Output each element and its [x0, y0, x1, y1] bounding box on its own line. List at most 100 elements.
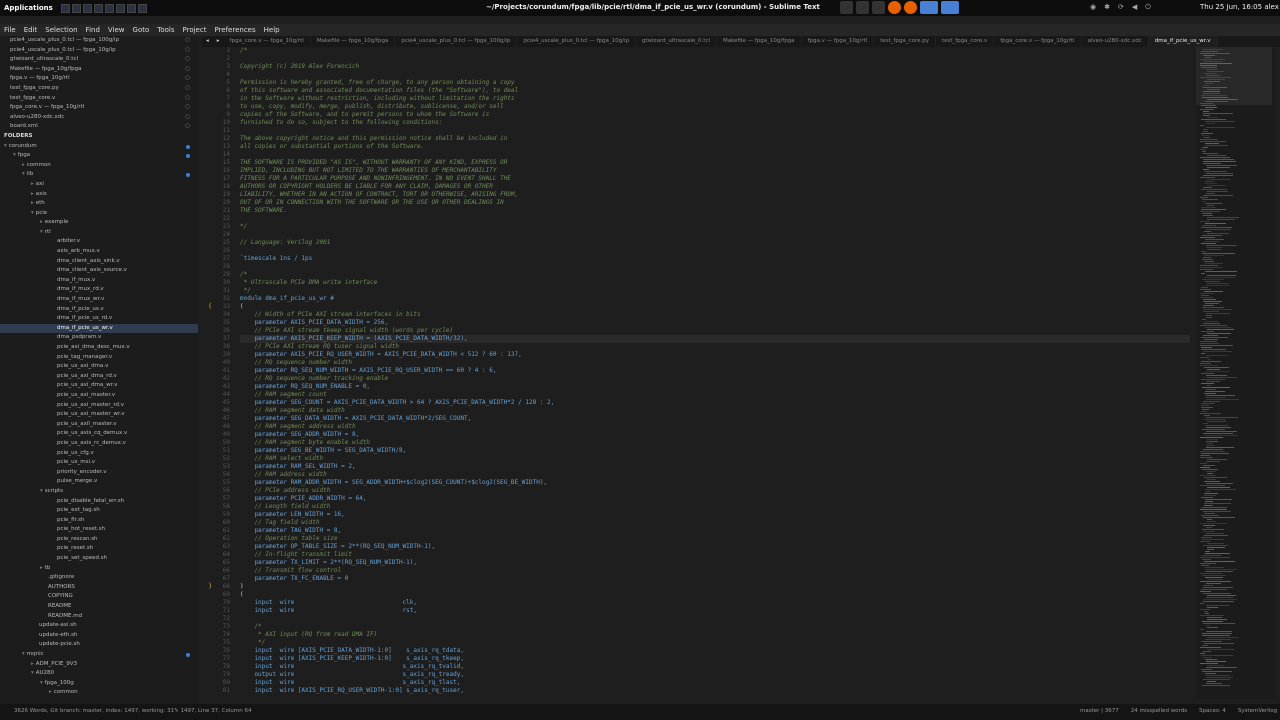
code-line[interactable]: parameter PCIE_ADDR_WIDTH = 64,	[240, 495, 1190, 503]
file-item[interactable]: pcie_hot_reset.sh	[0, 525, 198, 535]
open-file-item[interactable]: board.xml ○	[0, 122, 198, 132]
open-file-item[interactable]: test_fpga_core.v ○	[0, 94, 198, 104]
open-file-item[interactable]: fpga.v — fpga_10g/rtl ○	[0, 74, 198, 84]
editor-tab[interactable]: Makefile — fpga_10g/fpga	[717, 36, 802, 47]
indentation-setting[interactable]: Spaces: 4	[1199, 708, 1226, 714]
chevron-down-icon[interactable]: ▾	[31, 670, 34, 676]
chevron-down-icon[interactable]: ▾	[40, 488, 43, 494]
editor-tab[interactable]: gtwizard_ultrascale_0.tcl	[636, 36, 718, 47]
editor-tab[interactable]: fpga.v — fpga_10g/rtl	[802, 36, 875, 47]
editor-tab[interactable]: fpga_core.v — fpga_10g/rtl	[224, 36, 311, 47]
file-item[interactable]: pcie_us_axi_master_rd.v	[0, 401, 198, 411]
fold-marker-icon[interactable]: )	[208, 582, 212, 590]
open-file-item[interactable]: gtwizard_ultrascale_0.tcl ○	[0, 55, 198, 65]
open-file-item[interactable]: fpga_core.v — fpga_10g/rtl ○	[0, 103, 198, 113]
file-item[interactable]: priority_encoder.v	[0, 468, 198, 478]
open-file-item[interactable]: Makefile — fpga_10g/fpga ○	[0, 65, 198, 75]
code-line[interactable]: parameter RQ_SEQ_NUM_ENABLE = 0,	[240, 383, 1190, 391]
close-file-icon[interactable]: ○	[185, 113, 190, 123]
folder-item[interactable]: ▾ AU280	[0, 669, 198, 679]
sync-icon[interactable]: ⟳	[1118, 3, 1124, 12]
code-line[interactable]: parameter SEG_COUNT = AXIS_PCIE_DATA_WID…	[240, 399, 1190, 407]
code-line[interactable]: */	[240, 287, 1190, 295]
code-line[interactable]: parameter AXIS_PCIE_RQ_USER_WIDTH = AXIS…	[240, 351, 1190, 359]
tab-scroll-left-icon[interactable]: ◂	[202, 36, 213, 47]
chevron-right-icon[interactable]: ▸	[31, 191, 34, 197]
folder-item[interactable]: ▾ fpga_100g	[0, 679, 198, 689]
open-file-item[interactable]: pcie4_uscale_plus_0.tcl — fpga_100g/ip ○	[0, 36, 198, 46]
open-file-item[interactable]: alveo-u280-xdc.xdc ○	[0, 113, 198, 123]
window-icon[interactable]	[840, 1, 853, 14]
code-line[interactable]: module dma_if_pcie_us_wr #	[240, 295, 1190, 303]
menu-item-view[interactable]: View	[104, 24, 129, 36]
code-line[interactable]: THE SOFTWARE.	[240, 207, 1190, 215]
clock[interactable]: Thu 25 Jun, 16:05 alex	[1200, 3, 1279, 11]
code-line[interactable]: in the Software without restriction, inc…	[240, 95, 1190, 103]
fold-marker-icon[interactable]: (	[208, 302, 212, 310]
file-item[interactable]: update-axi.sh	[0, 621, 198, 631]
editor-tab[interactable]: alveo-u280-xdc.xdc	[1082, 36, 1149, 47]
code-line[interactable]: parameter AXIS_PCIE_DATA_WIDTH = 256,	[240, 319, 1190, 327]
chevron-right-icon[interactable]: ▸	[40, 565, 43, 571]
folder-item[interactable]: ▾ corundum	[0, 142, 198, 152]
code-line[interactable]: // Transmit flow control	[240, 567, 1190, 575]
code-line[interactable]: parameter AXIS_PCIE_KEEP_WIDTH = (AXIS_P…	[240, 335, 1190, 343]
code-line[interactable]: // Language: Verilog 2001	[240, 239, 1190, 247]
code-line[interactable]: // RAM select width	[240, 455, 1190, 463]
code-line[interactable]: */	[240, 223, 1190, 231]
code-line[interactable]	[240, 615, 1190, 623]
volume-icon[interactable]: ◀	[1132, 3, 1137, 12]
code-line[interactable]: THE SOFTWARE IS PROVIDED "AS IS", WITHOU…	[240, 159, 1190, 167]
folder-item[interactable]: ▾ mqnic	[0, 650, 198, 660]
menu-item-goto[interactable]: Goto	[129, 24, 154, 36]
code-line[interactable]: parameter RQ_SEQ_NUM_WIDTH = AXIS_PCIE_R…	[240, 367, 1190, 375]
file-item[interactable]: COPYING	[0, 592, 198, 602]
folder-item[interactable]: ▸ eth	[0, 199, 198, 209]
launcher-icon[interactable]	[60, 3, 70, 13]
file-item[interactable]: dma_psdpram.v	[0, 333, 198, 343]
menu-item-project[interactable]: Project	[179, 24, 211, 36]
file-item[interactable]: update-eth.sh	[0, 631, 198, 641]
spell-check-status[interactable]: 24 misspelled words	[1131, 708, 1187, 714]
code-line[interactable]: // Operation table size	[240, 535, 1190, 543]
menu-item-find[interactable]: Find	[82, 24, 104, 36]
close-file-icon[interactable]: ○	[185, 103, 190, 113]
close-file-icon[interactable]: ○	[185, 36, 190, 46]
editor-tab[interactable]: fpga_core.v — fpga_10g/rtl	[994, 36, 1082, 47]
file-item[interactable]: pcie_reset.sh	[0, 544, 198, 554]
code-line[interactable]	[240, 55, 1190, 63]
code-line[interactable]: input wire rst,	[240, 607, 1190, 615]
code-line[interactable]: parameter RAM_ADDR_WIDTH = SEG_ADDR_WIDT…	[240, 479, 1190, 487]
code-line[interactable]: parameter TX_LIMIT = 2**(RQ_SEQ_NUM_WIDT…	[240, 559, 1190, 567]
file-item[interactable]: pcie_us_cfg.v	[0, 449, 198, 459]
file-item[interactable]: dma_client_axis_source.v	[0, 266, 198, 276]
open-file-item[interactable]: test_fpga_core.py ○	[0, 84, 198, 94]
code-line[interactable]: */	[240, 639, 1190, 647]
code-line[interactable]: OUT OF OR IN CONNECTION WITH THE SOFTWAR…	[240, 199, 1190, 207]
window-icon[interactable]	[872, 1, 885, 14]
code-line[interactable]: Copyright (c) 2019 Alex Forencich	[240, 63, 1190, 71]
file-item[interactable]: pcie_ext_tag.sh	[0, 506, 198, 516]
launcher-icon[interactable]	[104, 3, 114, 13]
file-item[interactable]: pcie_us_axi_master_wr.v	[0, 410, 198, 420]
code-line[interactable]	[240, 247, 1190, 255]
code-line[interactable]: /*	[240, 271, 1190, 279]
code-line[interactable]: furnished to do so, subject to the follo…	[240, 119, 1190, 127]
code-line[interactable]: `timescale 1ns / 1ps	[240, 255, 1190, 263]
chevron-right-icon[interactable]: ▸	[31, 181, 34, 187]
file-item[interactable]: pcie_us_axi_dma.v	[0, 362, 198, 372]
code-line[interactable]: input wire clk,	[240, 599, 1190, 607]
code-line[interactable]: // Width of PCIe AXI stream interfaces i…	[240, 311, 1190, 319]
chevron-right-icon[interactable]: ▸	[49, 689, 52, 695]
firefox-icon[interactable]	[888, 1, 901, 14]
code-line[interactable]: // PCIe AXI stream RQ tuser signal width	[240, 343, 1190, 351]
launcher-icon[interactable]	[71, 3, 81, 13]
chevron-down-icon[interactable]: ▾	[40, 229, 43, 235]
close-file-icon[interactable]: ○	[185, 55, 190, 65]
code-line[interactable]: (	[240, 303, 1190, 311]
folder-item[interactable]: ▾ lib	[0, 170, 198, 180]
code-line[interactable]: IMPLIED, INCLUDING BUT NOT LIMITED TO TH…	[240, 167, 1190, 175]
menu-item-selection[interactable]: Selection	[41, 24, 81, 36]
minimap[interactable]	[1196, 47, 1276, 699]
close-file-icon[interactable]: ○	[185, 94, 190, 104]
